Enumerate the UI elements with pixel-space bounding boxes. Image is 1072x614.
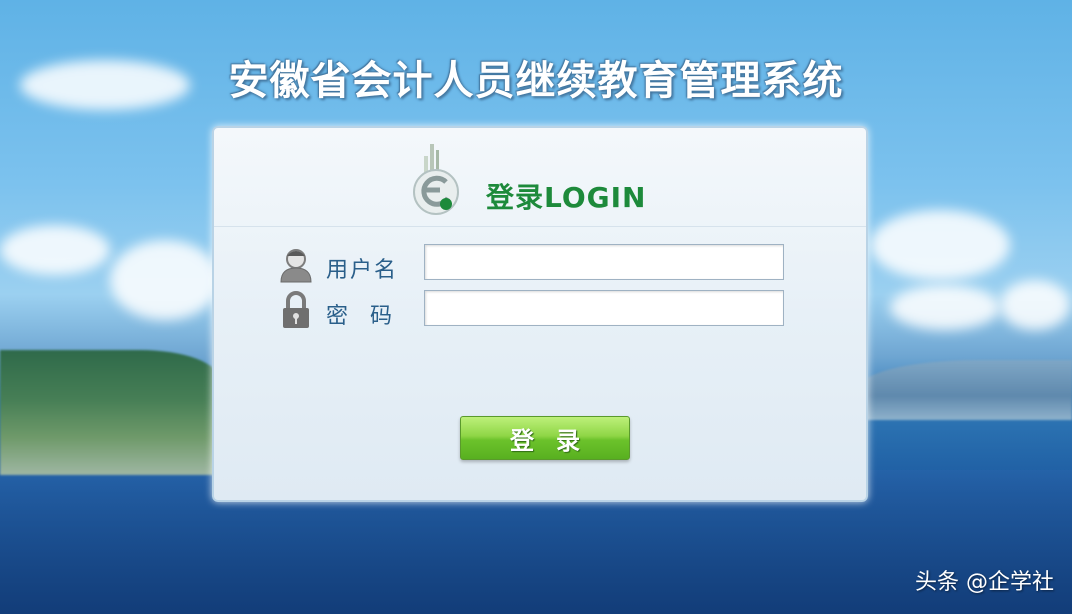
password-label: 密码 <box>326 304 415 329</box>
watermark: 头条 @企学社 <box>915 570 1054 595</box>
app-title: 安徽省会计人员继续教育管理系统 <box>228 58 844 104</box>
login-panel: 登录LOGIN 用户名 密码 登录 <box>212 126 868 502</box>
login-panel-header: 登录LOGIN <box>214 128 866 227</box>
lock-icon <box>283 291 309 328</box>
username-input[interactable] <box>424 244 784 280</box>
login-logo-icon <box>413 144 459 215</box>
user-icon <box>280 249 312 283</box>
login-heading: 登录LOGIN <box>486 181 647 214</box>
cloud <box>890 285 1000 330</box>
cloud <box>870 210 1010 280</box>
cloud <box>0 225 110 275</box>
login-button[interactable]: 登录 <box>460 416 630 460</box>
coast-left <box>0 350 220 475</box>
username-label: 用户名 <box>326 258 399 283</box>
cloud <box>110 240 220 320</box>
password-input[interactable] <box>424 290 784 326</box>
cloud <box>1000 280 1070 330</box>
coast-right <box>857 360 1072 420</box>
